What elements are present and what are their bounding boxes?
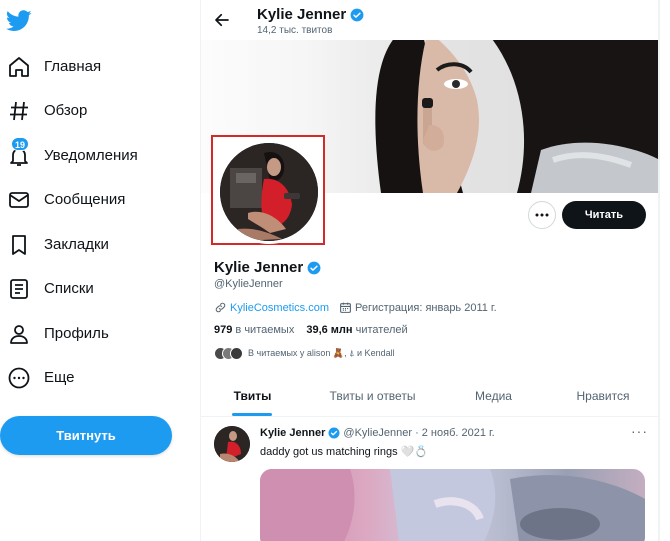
profile-handle: @KylieJenner [214,278,283,290]
profile-name: Kylie Jenner [214,259,304,276]
calendar-icon [340,302,351,313]
tweet-card[interactable]: Kylie Jenner @KylieJenner · 2 нояб. 2021… [201,418,658,541]
tab-tweets-and-replies[interactable]: Твиты и ответы [304,375,441,417]
profile-header-bar: Kylie Jenner 14,2 тыс. твитов [201,0,658,40]
profile-name-row: Kylie Jenner [214,259,321,276]
sidebar-item-label: Закладки [44,236,109,253]
verified-badge-icon [350,8,364,21]
tweet-author-handle[interactable]: @KylieJenner [343,427,412,439]
more-dots-icon [535,213,549,217]
header-name: Kylie Jenner [257,6,347,23]
sidebar-item-label: Главная [44,58,102,75]
tweet-media[interactable] [260,469,645,541]
following-count: 979 [214,324,233,336]
profile-meta: KylieCosmetics.com Регистрация: январь 2… [214,301,497,314]
tweet-date[interactable]: 2 нояб. 2021 г. [422,427,495,439]
follow-stats: 979 в читаемых 39,6 млн читателей [214,324,408,336]
tweet-avatar[interactable] [214,426,250,462]
verified-badge-icon [328,427,340,439]
twitter-bird-icon[interactable] [6,10,32,32]
tweet-avatar-photo [214,426,250,462]
sidebar-item-messages[interactable]: Сообщения [0,180,190,220]
join-date: Регистрация: январь 2011 г. [355,301,497,314]
profile-more-button[interactable] [528,201,556,229]
sidebar-item-notifications[interactable]: 19 Уведомления [0,136,190,176]
verified-badge-icon [307,261,321,274]
sidebar-item-label: Профиль [44,325,109,342]
tweet-header: Kylie Jenner @KylieJenner · 2 нояб. 2021… [260,427,495,439]
sidebar-item-explore[interactable]: Обзор [0,91,190,131]
envelope-icon [9,192,29,208]
tweet-count: 14,2 тыс. твитов [257,25,333,36]
followers-label: читателей [355,324,408,336]
sidebar-item-bookmarks[interactable]: Закладки [0,225,190,265]
following-link[interactable]: 979 в читаемых [214,324,294,336]
tweet-text: daddy got us matching rings 🤍💍 [260,446,429,458]
sidebar-item-profile[interactable]: Профиль [0,314,190,354]
sidebar-item-more[interactable]: Еще [0,358,190,398]
following-label: в читаемых [235,324,295,336]
link-icon [215,302,226,313]
avatar-highlight-box [211,135,325,245]
follower-avatar [230,347,243,360]
sidebar-item-home[interactable]: Главная [0,47,190,87]
tweet-media-photo [260,469,645,541]
tab-tweets[interactable]: Твиты [201,375,304,417]
tab-likes[interactable]: Нравится [546,375,658,417]
header-title: Kylie Jenner [257,6,364,23]
tweet-button[interactable]: Твитнуть [0,416,172,455]
sidebar-item-label: Уведомления [44,147,138,164]
follow-button[interactable]: Читать [562,201,646,229]
followers-count: 39,6 млн [306,324,353,336]
tweet-more-icon[interactable]: ··· [631,423,648,439]
sidebar: Главная Обзор 19 Уведомления Сообщения З… [0,0,200,541]
followed-by-row[interactable]: В читаемых у alison 🧸, ⍋ и Kendall [214,347,395,360]
tweet-author-name[interactable]: Kylie Jenner [260,427,325,439]
followed-by-text: В читаемых у alison 🧸, ⍋ и Kendall [248,348,395,358]
sidebar-item-lists[interactable]: Списки [0,269,190,309]
sidebar-item-label: Сообщения [44,191,126,208]
profile-tabs: Твиты Твиты и ответы Медиа Нравится [201,375,658,417]
back-arrow-icon[interactable] [213,11,231,29]
sidebar-item-label: Обзор [44,102,88,119]
list-icon [10,279,28,299]
active-tab-indicator [232,413,272,416]
notification-badge: 19 [11,137,30,151]
sidebar-item-label: Списки [44,280,94,297]
profile-column: Kylie Jenner 14,2 тыс. твитов Читать Kyl… [200,0,659,541]
more-circle-icon [8,367,30,389]
website-link[interactable]: KylieCosmetics.com [230,302,329,314]
avatar-photo [220,143,318,241]
hashtag-icon [10,101,28,121]
tweet-separator: · [415,427,419,439]
tab-media[interactable]: Медиа [441,375,546,417]
right-divider [659,0,660,541]
sidebar-item-label: Еще [44,369,75,386]
bookmark-icon [12,235,26,255]
avatar[interactable] [217,140,321,244]
home-icon [9,57,29,77]
followers-link[interactable]: 39,6 млн читателей [306,324,407,336]
person-icon [10,325,28,344]
